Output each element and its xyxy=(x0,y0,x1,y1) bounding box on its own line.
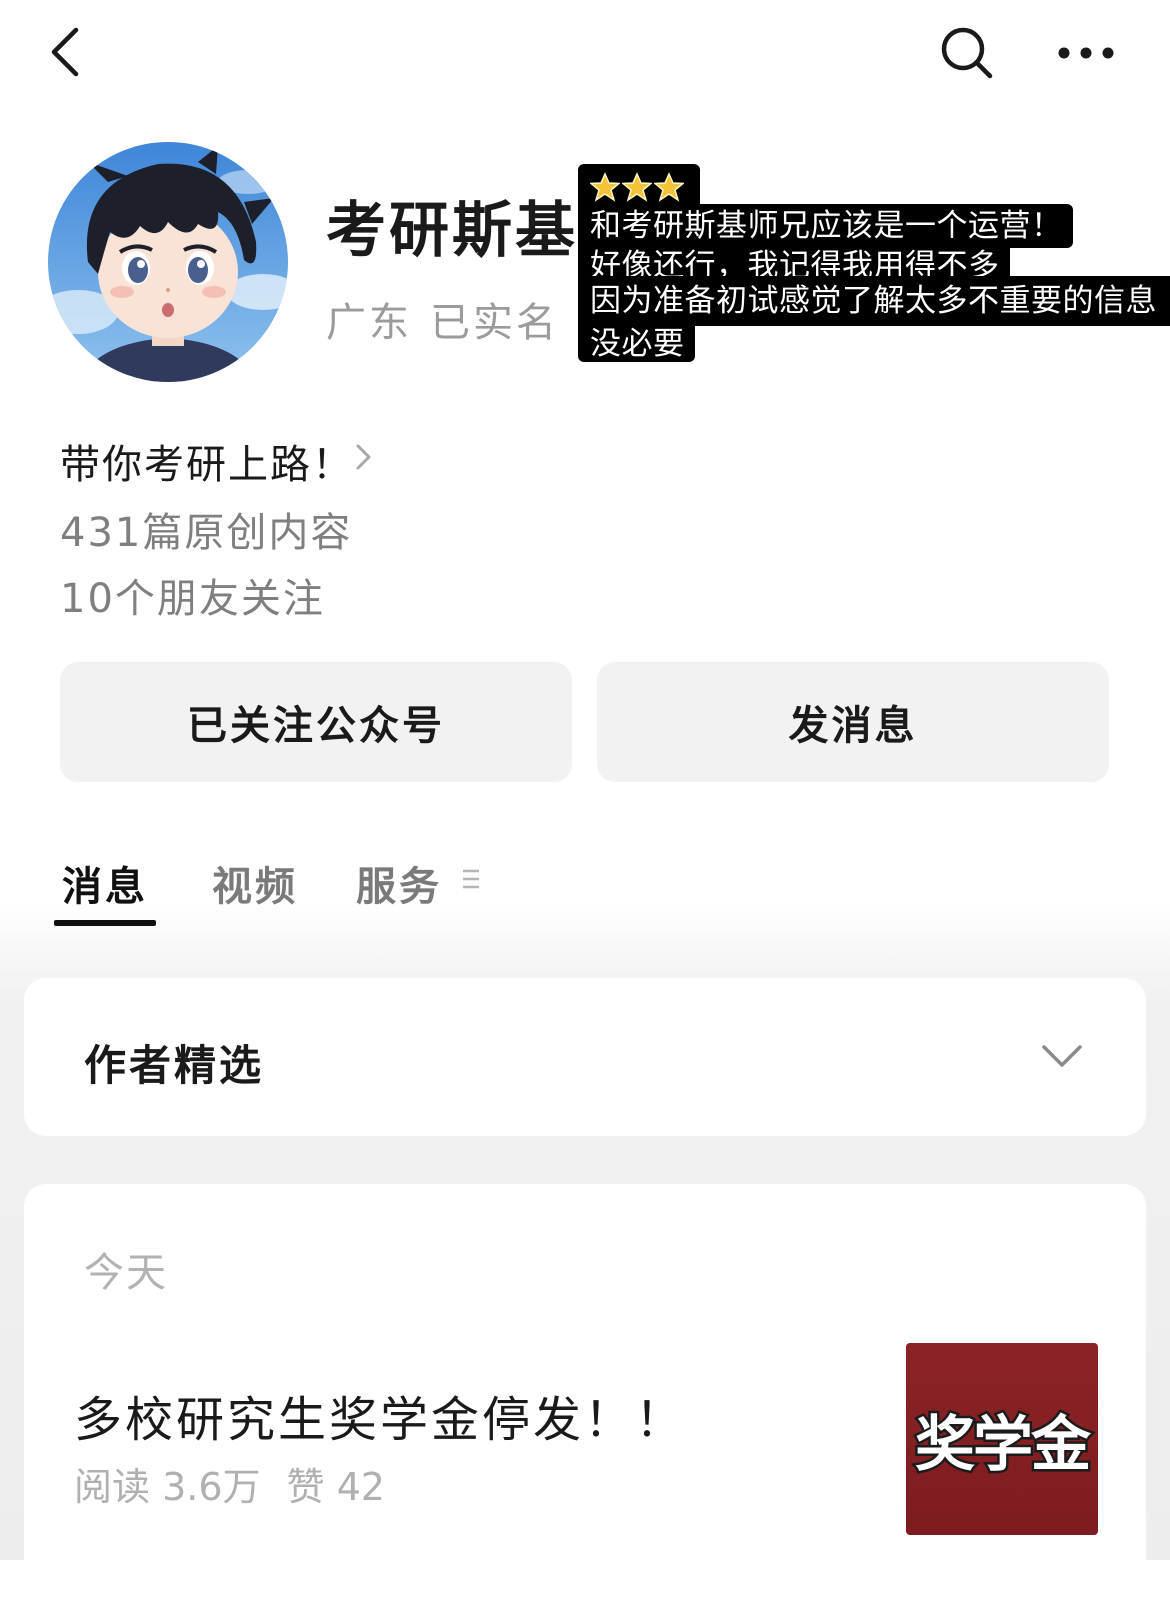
like-count: 赞 42 xyxy=(286,1465,385,1509)
region-label: 广东 xyxy=(326,300,412,346)
thumbnail-text: 奖学金 xyxy=(913,1407,1094,1482)
account-name: 考研斯基 xyxy=(326,196,578,266)
anime-boy-avatar-icon xyxy=(48,142,288,382)
followed-button[interactable]: 已关注公众号 xyxy=(60,662,572,782)
star-icon xyxy=(590,172,620,202)
original-count[interactable]: 431篇原创内容 xyxy=(60,500,352,558)
send-message-button[interactable]: 发消息 xyxy=(597,662,1109,782)
account-signature[interactable]: 带你考研上路！ xyxy=(60,432,354,490)
search-icon[interactable] xyxy=(936,22,998,84)
chevron-left-icon[interactable] xyxy=(40,22,100,82)
chevron-right-icon[interactable] xyxy=(354,441,374,473)
article-title[interactable]: 多校研究生奖学金停发！！ xyxy=(74,1380,686,1450)
date-header: 今天 xyxy=(84,1250,168,1296)
active-tab-indicator xyxy=(54,920,156,926)
overlay-line-1: 和考研斯基师兄应该是一个运营！ xyxy=(578,204,1073,248)
featured-section[interactable]: 作者精选 xyxy=(24,978,1146,1136)
tab-services[interactable]: 服务 xyxy=(356,854,442,912)
article-meta: 阅读 3.6万赞 42 xyxy=(74,1456,385,1511)
menu-list-icon[interactable] xyxy=(461,868,481,890)
article-thumbnail[interactable]: 奖学金 xyxy=(906,1343,1098,1535)
overlay-line-4: 没必要 xyxy=(578,326,695,362)
tab-videos[interactable]: 视频 xyxy=(212,854,298,912)
verification-label: 已实名 xyxy=(430,300,559,346)
star-icon xyxy=(654,172,684,202)
more-dots-icon[interactable] xyxy=(1054,30,1118,76)
friends-following[interactable]: 10个朋友关注 xyxy=(60,566,325,624)
article-list: 今天 多校研究生奖学金停发！！ 阅读 3.6万赞 42 奖学金 xyxy=(24,1184,1146,1604)
tab-messages[interactable]: 消息 xyxy=(62,854,148,912)
star-icon xyxy=(622,172,652,202)
read-count: 阅读 3.6万 xyxy=(74,1465,261,1509)
account-location: 广东 已实名 xyxy=(326,290,559,348)
overlay-line-3: 因为准备初试感觉了解太多不重要的信息 xyxy=(578,276,1170,326)
chevron-down-icon[interactable] xyxy=(1040,1042,1084,1070)
featured-title: 作者精选 xyxy=(84,1041,265,1090)
avatar[interactable] xyxy=(48,142,288,382)
